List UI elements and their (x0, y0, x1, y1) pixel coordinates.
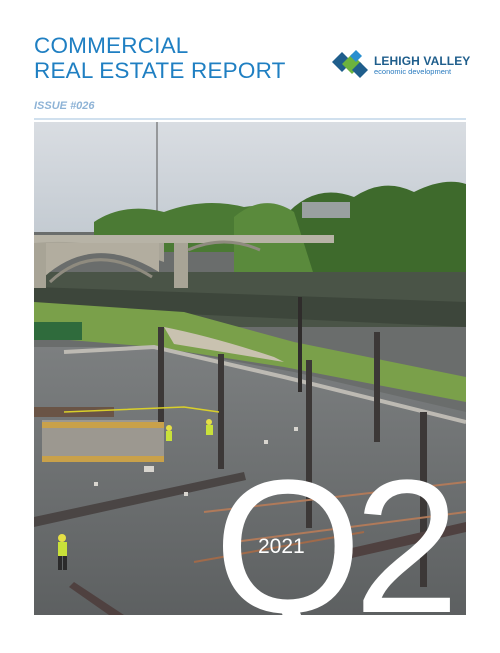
logo-mark-icon (332, 50, 368, 78)
logo-wordmark: LEHIGH VALLEY economic development (374, 55, 470, 77)
lehigh-valley-logo: LEHIGH VALLEY economic development (330, 46, 470, 80)
report-title-line-2: REAL ESTATE REPORT (34, 58, 286, 83)
issue-number: ISSUE #026 (34, 100, 95, 112)
logo-tagline: economic development (374, 67, 452, 76)
report-title-line-1: COMMERCIAL (34, 33, 189, 58)
logo-name: LEHIGH VALLEY (374, 54, 471, 68)
cover-year: 2021 (258, 535, 305, 558)
report-title: COMMERCIAL REAL ESTATE REPORT (34, 33, 286, 83)
cover-quarter: Q2 (214, 441, 459, 653)
header-divider (34, 118, 466, 120)
